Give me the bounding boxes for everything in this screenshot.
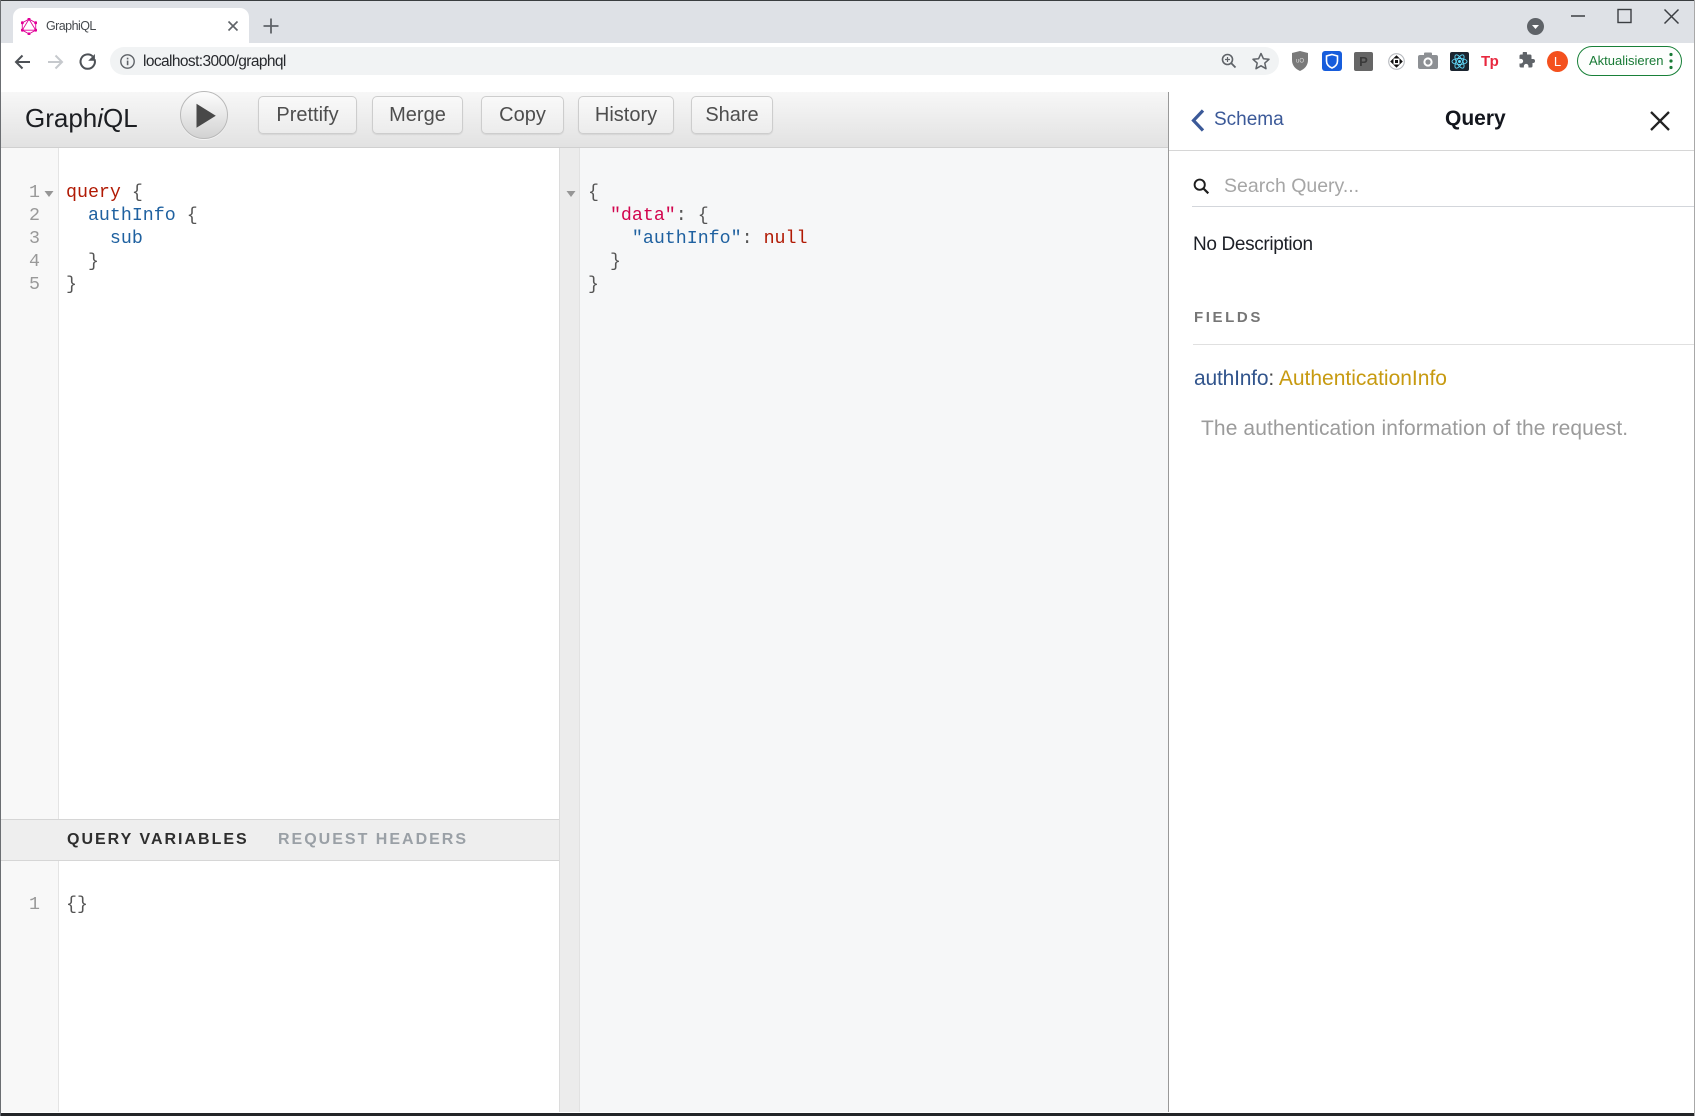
svg-text:P: P <box>1359 54 1368 69</box>
svg-text:uO: uO <box>1296 59 1304 65</box>
